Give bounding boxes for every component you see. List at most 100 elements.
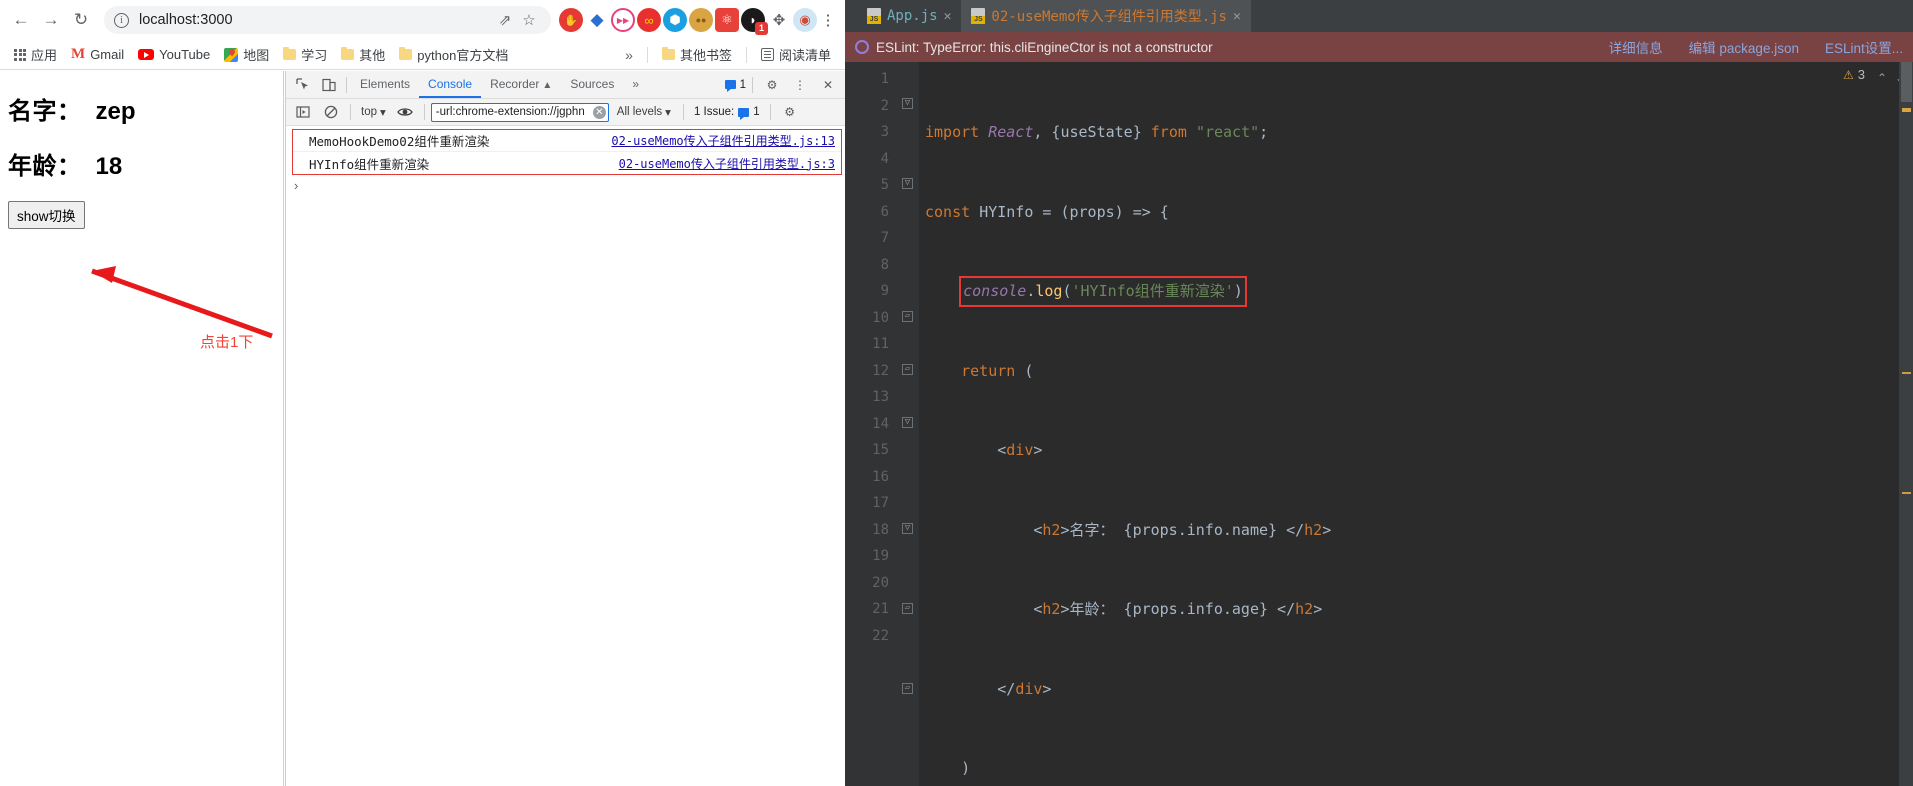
console-settings-icon[interactable]: ⚙ <box>777 99 803 125</box>
device-toolbar-icon[interactable] <box>316 72 342 98</box>
fold-toggle-icon[interactable]: ▽ <box>902 178 913 189</box>
tab-elements[interactable]: Elements <box>351 71 419 98</box>
close-icon[interactable]: ✕ <box>944 9 952 24</box>
context-selector-value: top <box>361 106 377 118</box>
react-devtools-extension-icon[interactable]: ⚛ <box>715 8 739 32</box>
record-extension-icon[interactable]: ◉ <box>793 8 817 32</box>
fold-toggle-icon[interactable]: ▱ <box>902 603 913 614</box>
grid-icon <box>14 48 26 61</box>
star-icon[interactable]: ☆ <box>517 11 541 29</box>
bookmarks-overflow-icon[interactable]: » <box>619 47 639 63</box>
tab-sources[interactable]: Sources <box>561 71 623 98</box>
fold-toggle-icon[interactable]: ▽ <box>902 98 913 109</box>
context-selector[interactable]: top ▾ <box>357 105 390 119</box>
dark-extension-icon[interactable]: ◗ 1 <box>741 8 768 35</box>
banner-link-edit-package-json[interactable]: 编辑 package.json <box>1689 37 1799 57</box>
stop-extension-icon[interactable]: ✋ <box>559 8 583 32</box>
address-bar[interactable]: i localhost:3000 ⇗ ☆ <box>104 6 551 34</box>
extensions-bar: ✋ ◆ ▶▶ ∞ ⬢ ●● ⚛ ◗ 1 ✥ ◉ <box>559 8 817 35</box>
chevron-up-icon[interactable]: ⌃ <box>1877 71 1887 85</box>
console-message-row[interactable]: HYInfo组件重新渲染 02-useMemo传入子组件引用类型.js:3 <box>293 152 841 174</box>
more-tabs-icon[interactable]: » <box>623 71 648 98</box>
banner-link-eslint-settings[interactable]: ESLint设置... <box>1825 37 1903 57</box>
folder-icon <box>399 46 413 60</box>
share-icon[interactable]: ⇗ <box>493 11 517 29</box>
console-message-source[interactable]: 02-useMemo传入子组件引用类型.js:3 <box>619 155 835 172</box>
infinity-extension-icon[interactable]: ∞ <box>637 8 661 32</box>
fold-toggle-icon[interactable]: ▽ <box>902 523 913 534</box>
bookmark-gmail[interactable]: M Gmail <box>65 43 130 66</box>
name-value: zep <box>95 98 136 125</box>
tab-usememo[interactable]: 02-useMemo传入子组件引用类型.js ✕ <box>961 0 1251 32</box>
bookmark-apps[interactable]: 应用 <box>8 42 63 67</box>
tab-recorder[interactable]: Recorder ▲ <box>481 71 561 98</box>
clear-console-icon[interactable] <box>318 99 344 125</box>
log-levels-selector[interactable]: All levels ▾ <box>611 105 677 119</box>
fold-toggle-icon[interactable]: ▱ <box>902 364 913 375</box>
eslint-error-message: ESLint: TypeError: this.cliEngineCtor is… <box>876 39 1213 55</box>
bookmark-study[interactable]: 学习 <box>277 42 333 67</box>
issues-indicator[interactable]: 1 <box>724 79 746 92</box>
eslint-error-banner: ESLint: TypeError: this.cliEngineCtor is… <box>845 32 1913 62</box>
console-message-row[interactable]: MemoHookDemo02组件重新渲染 02-useMemo传入子组件引用类型… <box>293 130 841 152</box>
line-number: 13 <box>872 389 889 405</box>
reading-list-button[interactable]: 阅读清单 <box>755 42 837 67</box>
close-icon[interactable]: ✕ <box>815 72 841 98</box>
console-message-text: MemoHookDemo02组件重新渲染 <box>309 134 490 149</box>
line-number: 6 <box>880 203 889 220</box>
console-message-source[interactable]: 02-useMemo传入子组件引用类型.js:13 <box>611 132 835 149</box>
forward-button[interactable]: → <box>36 5 66 35</box>
browser-toolbar: ← → ↻ i localhost:3000 ⇗ ☆ ✋ ◆ ▶▶ ∞ ⬢ ●●… <box>0 0 845 40</box>
editor-warning-indicator[interactable]: ⚠ 3 ⌃ ⌄ <box>1843 67 1905 85</box>
reading-list-icon <box>760 48 774 61</box>
editor-scroll-rail[interactable] <box>1899 62 1913 786</box>
clear-input-icon[interactable]: ✕ <box>592 105 606 119</box>
bookmark-maps[interactable]: 地图 <box>218 42 275 67</box>
banner-link-details[interactable]: 详细信息 <box>1609 37 1663 57</box>
cookie-extension-icon[interactable]: ●● <box>689 8 713 32</box>
bookmark-youtube[interactable]: YouTube <box>132 44 216 65</box>
name-heading: 名字： zep <box>8 91 283 126</box>
reload-button[interactable]: ↻ <box>66 5 96 35</box>
more-options-icon[interactable]: ⋮ <box>787 72 813 98</box>
code-line-5: <div> <box>997 441 1043 459</box>
close-icon[interactable]: ✕ <box>1233 9 1241 24</box>
hex-blue-extension-icon[interactable]: ⬢ <box>663 8 687 32</box>
fold-toggle-icon[interactable]: ▱ <box>902 683 913 694</box>
console-prompt[interactable]: › <box>294 178 298 193</box>
rail-scroll-thumb[interactable] <box>1901 62 1912 102</box>
inspect-element-icon[interactable] <box>290 72 316 98</box>
annotation-text: 点击1下 <box>200 334 254 351</box>
fast-forward-extension-icon[interactable]: ▶▶ <box>611 8 635 32</box>
tab-app-js[interactable]: App.js ✕ <box>857 0 962 32</box>
site-info-icon[interactable]: i <box>114 12 129 28</box>
fold-toggle-icon[interactable]: ▱ <box>902 311 913 322</box>
fold-toggle-icon[interactable]: ▽ <box>902 417 913 428</box>
editor-body: 1 2 3 4 5 6 7 8 9 10 11 12 13 14 15 16 1… <box>845 62 1913 786</box>
bookmark-label: python官方文档 <box>417 48 509 63</box>
folder-icon <box>341 46 355 60</box>
console-filter-value: -url:chrome-extension://jgphn <box>435 106 585 118</box>
gear-icon[interactable]: ⚙ <box>759 72 785 98</box>
gmail-icon: M <box>71 46 86 62</box>
bookmark-python-docs[interactable]: python官方文档 <box>393 42 514 67</box>
bookmark-other-bookmarks[interactable]: 其他书签 <box>656 42 738 67</box>
line-number-gutter: 1 2 3 4 5 6 7 8 9 10 11 12 13 14 15 16 1… <box>845 62 897 786</box>
code-line-1: import React, {useState} from "react"; <box>925 123 1269 141</box>
code-line-7: <h2>年龄： {props.info.age} </h2> <box>1033 600 1323 618</box>
browser-menu-icon[interactable]: ⋮ <box>817 11 839 29</box>
execute-side-panel-icon[interactable] <box>290 99 316 125</box>
live-expression-icon[interactable] <box>392 99 418 125</box>
code-line-9: ) <box>961 759 971 777</box>
tab-console[interactable]: Console <box>419 71 482 98</box>
show-toggle-button[interactable]: show切换 <box>8 201 85 229</box>
issues-filter-button[interactable]: 1 Issue: 1 <box>690 106 764 120</box>
bookmark-other[interactable]: 其他 <box>335 42 391 67</box>
bookmark-label: Gmail <box>90 47 125 62</box>
puzzle-extension-icon[interactable]: ✥ <box>767 8 791 32</box>
back-button[interactable]: ← <box>6 5 36 35</box>
console-filter-input[interactable]: -url:chrome-extension://jgphn ✕ <box>430 102 609 122</box>
code-content[interactable]: import React, {useState} from "react"; c… <box>919 62 1913 786</box>
diamond-extension-icon[interactable]: ◆ <box>585 8 609 32</box>
line-number: 9 <box>880 283 889 299</box>
